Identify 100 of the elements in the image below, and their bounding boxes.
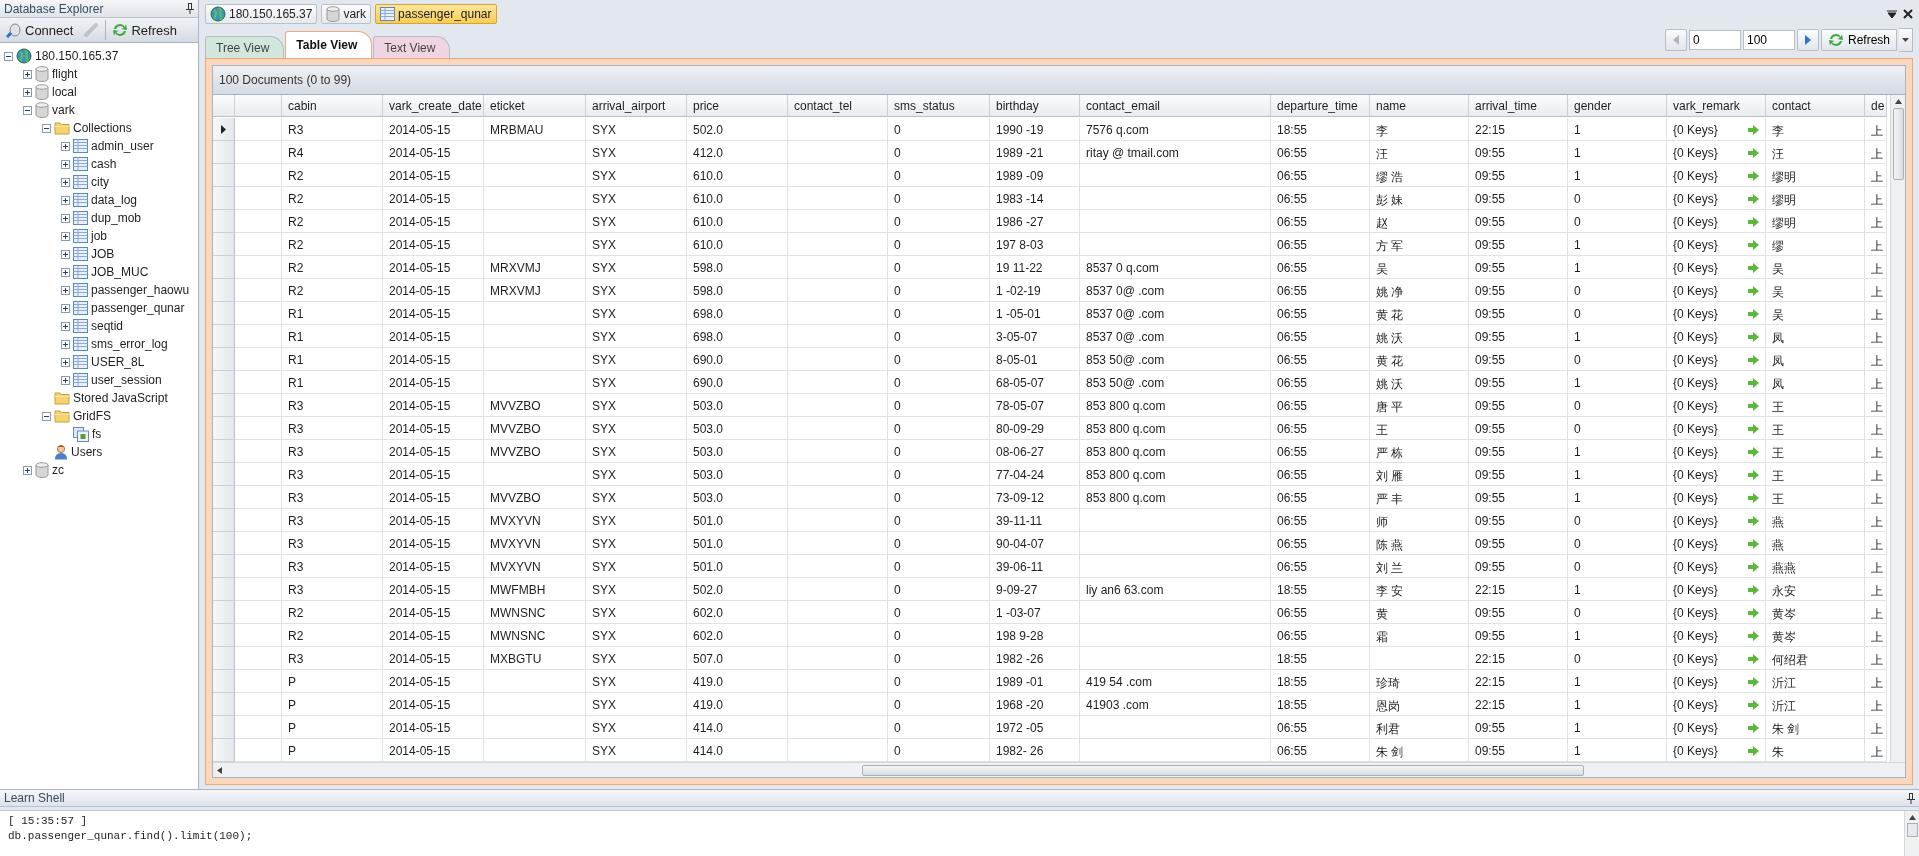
- breadcrumb[interactable]: passenger_qunar: [375, 4, 497, 24]
- tree-item[interactable]: dup_mob: [91, 211, 142, 225]
- view-tab[interactable]: Text View: [373, 36, 451, 58]
- scrollbar-thumb[interactable]: [862, 764, 1584, 776]
- column-header[interactable]: name: [1370, 95, 1469, 117]
- arrow-icon[interactable]: [1748, 378, 1759, 388]
- view-tab[interactable]: Table View: [285, 31, 373, 58]
- tree-item[interactable]: admin_user: [91, 139, 154, 153]
- tree-item[interactable]: Users: [71, 445, 103, 459]
- expand-icon[interactable]: [61, 213, 70, 223]
- expand-icon[interactable]: [61, 267, 70, 277]
- tree-item[interactable]: JOB: [91, 247, 115, 261]
- collapse-icon[interactable]: [4, 51, 13, 61]
- scroll-left-icon[interactable]: [217, 766, 222, 774]
- column-header[interactable]: gender: [1568, 95, 1667, 117]
- arrow-icon[interactable]: [1748, 355, 1759, 365]
- previous-page-button[interactable]: [1664, 29, 1687, 51]
- tree-item[interactable]: passenger_haowu: [91, 283, 190, 297]
- expand-icon[interactable]: [61, 375, 70, 385]
- expand-icon[interactable]: [61, 249, 70, 259]
- column-header[interactable]: birthday: [990, 95, 1080, 117]
- expand-icon[interactable]: [61, 339, 70, 349]
- tree-item[interactable]: JOB_MUC: [91, 265, 149, 279]
- column-header[interactable]: arrival_time: [1469, 95, 1568, 117]
- column-header[interactable]: de: [1865, 95, 1887, 117]
- arrow-icon[interactable]: [1748, 194, 1759, 204]
- view-tab[interactable]: Tree View: [205, 36, 285, 58]
- arrow-icon[interactable]: [1748, 539, 1759, 549]
- expand-icon[interactable]: [61, 231, 70, 241]
- horizontal-scrollbar[interactable]: [213, 762, 1905, 777]
- column-header[interactable]: cabin: [282, 95, 383, 117]
- start-field[interactable]: 0: [1688, 30, 1741, 50]
- arrow-icon[interactable]: [1748, 263, 1759, 273]
- arrow-icon[interactable]: [1748, 332, 1759, 342]
- column-header[interactable]: vark_create_date: [383, 95, 484, 117]
- scrollbar-thumb[interactable]: [1892, 108, 1904, 180]
- arrow-icon[interactable]: [1748, 171, 1759, 181]
- arrow-icon[interactable]: [1748, 585, 1759, 595]
- tree-item[interactable]: Collections: [73, 121, 132, 135]
- tree-item[interactable]: passenger_qunar: [91, 301, 185, 315]
- tree-item[interactable]: fs: [92, 427, 102, 441]
- arrow-icon[interactable]: [1748, 447, 1759, 457]
- tree-item[interactable]: seqtid: [91, 319, 124, 333]
- expand-icon[interactable]: [61, 321, 70, 331]
- arrow-icon[interactable]: [1748, 608, 1759, 618]
- expand-icon[interactable]: [23, 69, 32, 79]
- dropdown-icon[interactable]: [1887, 9, 1897, 19]
- column-header[interactable]: price: [687, 95, 788, 117]
- arrow-icon[interactable]: [1748, 631, 1759, 641]
- vertical-scrollbar[interactable]: [1890, 95, 1905, 762]
- arrow-icon[interactable]: [1748, 654, 1759, 664]
- scroll-up-icon[interactable]: [1908, 815, 1916, 820]
- expand-icon[interactable]: [23, 87, 32, 97]
- expand-icon[interactable]: [61, 195, 70, 205]
- arrow-icon[interactable]: [1748, 493, 1759, 503]
- column-header[interactable]: vark_remark: [1667, 95, 1766, 117]
- expand-icon[interactable]: [23, 465, 32, 475]
- pin-icon[interactable]: [1907, 792, 1915, 804]
- arrow-icon[interactable]: [1748, 125, 1759, 135]
- collapse-icon[interactable]: [23, 105, 32, 115]
- tree-item[interactable]: job: [91, 229, 107, 243]
- column-header[interactable]: sms_status: [888, 95, 990, 117]
- arrow-icon[interactable]: [1748, 309, 1759, 319]
- collapse-icon[interactable]: [42, 123, 51, 133]
- arrow-icon[interactable]: [1748, 677, 1759, 687]
- expand-icon[interactable]: [61, 357, 70, 367]
- tree-item[interactable]: data_log: [91, 193, 138, 207]
- expand-icon[interactable]: [61, 141, 70, 151]
- tree-item[interactable]: 180.150.165.37: [35, 49, 119, 63]
- vertical-scrollbar[interactable]: [1904, 811, 1919, 856]
- tree-item[interactable]: vark: [52, 103, 75, 117]
- tree-item[interactable]: sms_error_log: [91, 337, 168, 351]
- arrow-icon[interactable]: [1748, 723, 1759, 733]
- expand-icon[interactable]: [61, 177, 70, 187]
- column-header[interactable]: departure_time: [1271, 95, 1370, 117]
- arrow-icon[interactable]: [1748, 240, 1759, 250]
- arrow-icon[interactable]: [1748, 470, 1759, 480]
- refresh-button[interactable]: Refresh: [1820, 29, 1897, 51]
- pin-icon[interactable]: [186, 3, 194, 14]
- tree-item[interactable]: local: [52, 85, 77, 99]
- arrow-icon[interactable]: [1748, 148, 1759, 158]
- arrow-icon[interactable]: [1748, 562, 1759, 572]
- column-header[interactable]: eticket: [484, 95, 586, 117]
- tree-item[interactable]: cash: [91, 157, 117, 171]
- expand-icon[interactable]: [61, 285, 70, 295]
- tree-item[interactable]: zc: [52, 463, 64, 477]
- refresh-button[interactable]: Refresh: [108, 20, 181, 40]
- expand-icon[interactable]: [61, 303, 70, 313]
- tree-item[interactable]: GridFS: [73, 409, 111, 423]
- breadcrumb[interactable]: 180.150.165.37: [205, 4, 318, 24]
- dropdown-button[interactable]: [1899, 28, 1913, 52]
- breadcrumb[interactable]: vark: [321, 4, 372, 24]
- limit-field[interactable]: 100: [1742, 30, 1795, 50]
- collapse-icon[interactable]: [42, 411, 51, 421]
- close-icon[interactable]: [1903, 9, 1913, 19]
- column-header[interactable]: contact_email: [1080, 95, 1271, 117]
- tree-item[interactable]: USER_8L: [91, 355, 145, 369]
- tree-item[interactable]: flight: [52, 67, 78, 81]
- tree-item[interactable]: user_session: [91, 373, 162, 387]
- arrow-icon[interactable]: [1748, 746, 1759, 756]
